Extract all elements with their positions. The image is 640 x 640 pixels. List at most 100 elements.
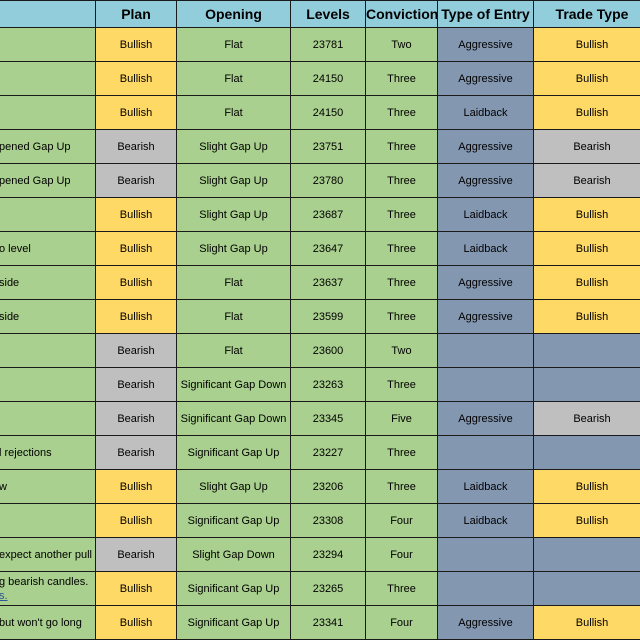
cell-notes[interactable]: expect another pull [0, 537, 96, 572]
cell-plan[interactable]: Bullish [95, 571, 177, 606]
cell-plan[interactable]: Bearish [95, 333, 177, 368]
cell-plan[interactable]: Bearish [95, 435, 177, 470]
cell-level[interactable]: 23751 [290, 129, 366, 164]
cell-plan[interactable]: Bearish [95, 537, 177, 572]
cell-type-of-entry[interactable]: Laidback [437, 503, 534, 538]
cell-opening[interactable]: Significant Gap Up [176, 571, 291, 606]
cell-type-of-entry[interactable]: Aggressive [437, 129, 534, 164]
cell-notes[interactable] [0, 197, 96, 232]
cell-conviction[interactable]: Three [365, 469, 438, 504]
cell-notes[interactable]: w [0, 469, 96, 504]
header-opening[interactable]: Opening [176, 0, 291, 28]
cell-opening[interactable]: Flat [176, 265, 291, 300]
cell-notes[interactable]: o level [0, 231, 96, 266]
header-notes[interactable] [0, 0, 96, 28]
cell-notes[interactable]: g bearish candles.s. [0, 571, 96, 606]
cell-trade-type[interactable]: Bullish [533, 197, 640, 232]
cell-notes[interactable]: side [0, 265, 96, 300]
cell-conviction[interactable]: Three [365, 61, 438, 96]
cell-plan[interactable]: Bearish [95, 129, 177, 164]
cell-opening[interactable]: Significant Gap Up [176, 605, 291, 640]
cell-trade-type[interactable] [533, 537, 640, 572]
cell-plan[interactable]: Bullish [95, 299, 177, 334]
cell-type-of-entry[interactable]: Aggressive [437, 265, 534, 300]
cell-notes[interactable] [0, 27, 96, 62]
cell-opening[interactable]: Flat [176, 27, 291, 62]
notes-link-text[interactable]: s. [0, 589, 95, 603]
cell-type-of-entry[interactable]: Aggressive [437, 27, 534, 62]
header-type-of-entry[interactable]: Type of Entry [437, 0, 534, 28]
cell-opening[interactable]: Flat [176, 333, 291, 368]
cell-opening[interactable]: Significant Gap Up [176, 435, 291, 470]
cell-notes[interactable] [0, 333, 96, 368]
cell-opening[interactable]: Slight Gap Up [176, 231, 291, 266]
cell-notes[interactable]: l rejections [0, 435, 96, 470]
cell-conviction[interactable]: Three [365, 435, 438, 470]
cell-type-of-entry[interactable] [437, 435, 534, 470]
cell-level[interactable]: 23341 [290, 605, 366, 640]
cell-type-of-entry[interactable]: Laidback [437, 469, 534, 504]
cell-conviction[interactable]: Three [365, 129, 438, 164]
cell-level[interactable]: 23308 [290, 503, 366, 538]
cell-conviction[interactable]: Four [365, 503, 438, 538]
cell-plan[interactable]: Bearish [95, 401, 177, 436]
cell-opening[interactable]: Flat [176, 95, 291, 130]
cell-conviction[interactable]: Two [365, 333, 438, 368]
cell-trade-type[interactable]: Bullish [533, 27, 640, 62]
cell-type-of-entry[interactable]: Laidback [437, 231, 534, 266]
cell-notes[interactable]: but won't go long [0, 605, 96, 640]
cell-notes[interactable]: pened Gap Up [0, 163, 96, 198]
cell-plan[interactable]: Bullish [95, 95, 177, 130]
cell-plan[interactable]: Bearish [95, 367, 177, 402]
cell-trade-type[interactable]: Bullish [533, 469, 640, 504]
cell-level[interactable]: 23637 [290, 265, 366, 300]
cell-type-of-entry[interactable] [437, 333, 534, 368]
cell-opening[interactable]: Slight Gap Up [176, 129, 291, 164]
cell-conviction[interactable]: Three [365, 299, 438, 334]
header-plan[interactable]: Plan [95, 0, 177, 28]
cell-notes[interactable]: pened Gap Up [0, 129, 96, 164]
cell-conviction[interactable]: Three [365, 571, 438, 606]
cell-level[interactable]: 23263 [290, 367, 366, 402]
cell-type-of-entry[interactable]: Laidback [437, 95, 534, 130]
cell-level[interactable]: 23687 [290, 197, 366, 232]
cell-type-of-entry[interactable]: Aggressive [437, 401, 534, 436]
cell-notes[interactable] [0, 61, 96, 96]
cell-trade-type[interactable] [533, 333, 640, 368]
cell-level[interactable]: 23781 [290, 27, 366, 62]
cell-type-of-entry[interactable]: Aggressive [437, 299, 534, 334]
cell-opening[interactable]: Slight Gap Up [176, 163, 291, 198]
cell-opening[interactable]: Significant Gap Up [176, 503, 291, 538]
cell-opening[interactable]: Slight Gap Down [176, 537, 291, 572]
cell-level[interactable]: 23780 [290, 163, 366, 198]
cell-trade-type[interactable]: Bullish [533, 231, 640, 266]
cell-conviction[interactable]: Four [365, 605, 438, 640]
cell-level[interactable]: 23294 [290, 537, 366, 572]
cell-type-of-entry[interactable]: Aggressive [437, 605, 534, 640]
cell-trade-type[interactable]: Bullish [533, 605, 640, 640]
cell-trade-type[interactable]: Bullish [533, 265, 640, 300]
cell-opening[interactable]: Slight Gap Up [176, 469, 291, 504]
cell-level[interactable]: 23206 [290, 469, 366, 504]
cell-trade-type[interactable]: Bullish [533, 299, 640, 334]
cell-trade-type[interactable] [533, 367, 640, 402]
cell-conviction[interactable]: Three [365, 197, 438, 232]
cell-plan[interactable]: Bullish [95, 27, 177, 62]
cell-plan[interactable]: Bearish [95, 163, 177, 198]
cell-conviction[interactable]: Three [365, 367, 438, 402]
cell-level[interactable]: 23265 [290, 571, 366, 606]
cell-conviction[interactable]: Four [365, 537, 438, 572]
cell-level[interactable]: 23599 [290, 299, 366, 334]
cell-notes[interactable] [0, 401, 96, 436]
cell-trade-type[interactable]: Bullish [533, 503, 640, 538]
cell-trade-type[interactable]: Bearish [533, 129, 640, 164]
cell-conviction[interactable]: Three [365, 231, 438, 266]
cell-level[interactable]: 24150 [290, 61, 366, 96]
cell-conviction[interactable]: Two [365, 27, 438, 62]
cell-type-of-entry[interactable]: Laidback [437, 197, 534, 232]
cell-trade-type[interactable] [533, 435, 640, 470]
cell-conviction[interactable]: Three [365, 265, 438, 300]
cell-plan[interactable]: Bullish [95, 61, 177, 96]
cell-type-of-entry[interactable] [437, 537, 534, 572]
cell-plan[interactable]: Bullish [95, 469, 177, 504]
